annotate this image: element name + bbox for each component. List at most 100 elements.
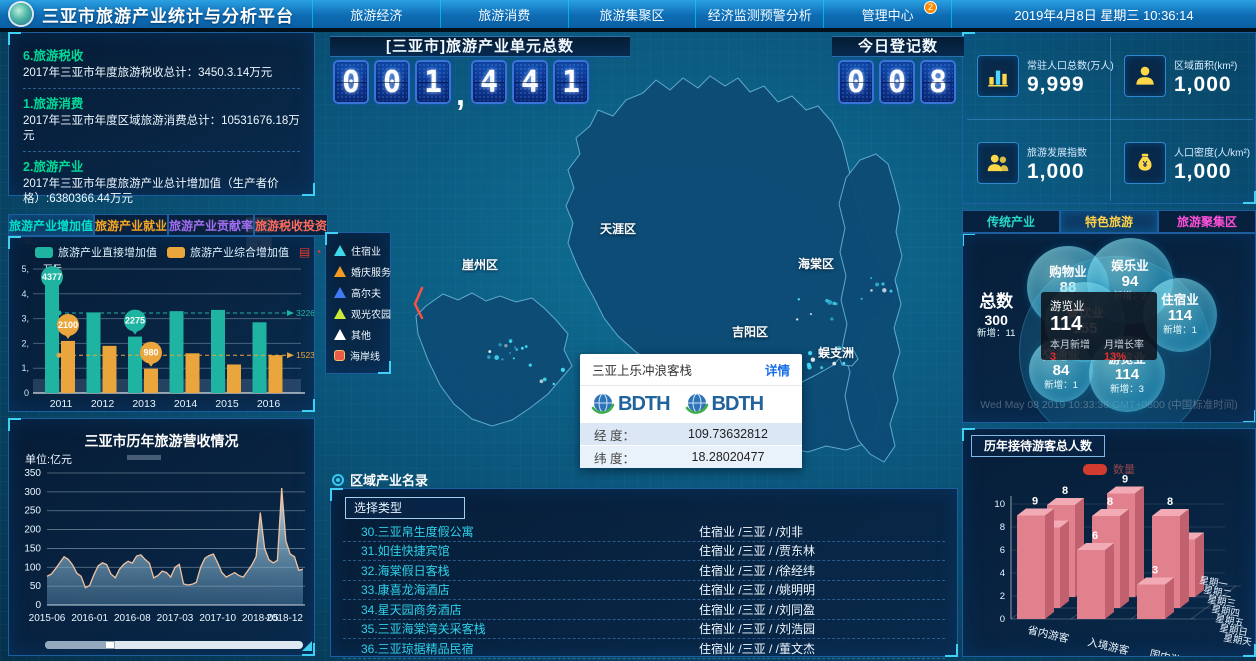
popup-details-link[interactable]: 详情: [765, 360, 790, 379]
directory-row-name[interactable]: 35.三亚海棠湾关采客栈: [343, 620, 699, 637]
nav-item-4[interactable]: 经济监测预警分析: [695, 0, 823, 28]
svg-text:2017-10: 2017-10: [199, 613, 236, 624]
tab-right-3[interactable]: 旅游聚集区: [1158, 210, 1256, 233]
stat-label: 区域面积(km²): [1174, 57, 1254, 72]
map-legend: 住宿业婚庆服务高尔夫观光农园其他海岸线: [325, 232, 391, 374]
revenue-chart-subtext: [127, 455, 161, 460]
scrollbar-fill: [45, 641, 109, 649]
tab-left-4[interactable]: 旅游税收投资: [254, 214, 328, 236]
digit-tile: 1: [553, 60, 589, 104]
directory-row-name[interactable]: 34.星天园商务酒店: [343, 601, 699, 618]
summary-item-title[interactable]: 2.旅游产业: [23, 156, 300, 175]
directory-row-info: 住宿业 /三亚 / /姚明明: [699, 581, 945, 598]
svg-text:50: 50: [30, 581, 42, 592]
directory-row: 31.如佳快捷宾馆住宿业 /三亚 / /贾东林: [343, 542, 945, 562]
map-legend-item[interactable]: 住宿业: [334, 240, 390, 261]
nav-item-3[interactable]: 旅游集聚区: [568, 0, 696, 28]
units-counter-title: [三亚市]旅游产业单元总数: [330, 36, 630, 57]
summary-item-text: 2017年三亚市年度旅游产业总计增加值（生产者价格）:6380366.44万元: [23, 177, 300, 208]
svg-text:9: 9: [1032, 496, 1038, 508]
map-legend-item[interactable]: 观光农园: [334, 303, 390, 324]
directory-row-name[interactable]: 33.康喜龙海酒店: [343, 581, 699, 598]
nav-item-5[interactable]: 管理中心2: [823, 0, 952, 28]
digit-tile: 4: [512, 60, 548, 104]
legend-label: 旅游产业直接增加值: [58, 244, 157, 260]
popup-title: 三亚上乐冲浪客栈: [592, 360, 692, 379]
tab-right-1[interactable]: 传统产业: [962, 210, 1060, 233]
svg-text:6: 6: [1092, 530, 1098, 542]
document-icon[interactable]: ▤: [299, 246, 310, 258]
bubble-value: 114: [1168, 307, 1192, 325]
directory-row-name[interactable]: 36.三亚琼据精品民宿: [343, 640, 699, 657]
map-legend-item[interactable]: 其他: [334, 324, 390, 345]
directory-row-info: 住宿业 /三亚 / /徐经纬: [699, 562, 945, 579]
poi-triangle-icon: [334, 266, 346, 277]
svg-text:0: 0: [24, 388, 29, 398]
digit-tile: 0: [879, 60, 915, 104]
scrollbar-thumb[interactable]: [105, 641, 115, 649]
directory-row: 34.星天园商务酒店住宿业 /三亚 / /刘同盈: [343, 600, 945, 620]
digit-tile: 8: [920, 60, 956, 104]
svg-text:省内游客: 省内游客: [1026, 623, 1070, 645]
svg-text:2,: 2,: [21, 338, 29, 348]
added-value-bar-chart: 01,2,3,4,5,万元201120122013201420152016322…: [9, 261, 314, 411]
map-legend-item[interactable]: 婚庆服务: [334, 261, 390, 282]
stat-label: 人口密度(人/km²): [1174, 144, 1254, 159]
svg-text:2015: 2015: [215, 398, 239, 410]
svg-text:350: 350: [24, 468, 41, 479]
app-title: 三亚市旅游产业统计与分析平台: [42, 2, 294, 27]
legend-swatch[interactable]: [167, 247, 185, 258]
svg-text:5,: 5,: [21, 264, 29, 274]
nav-item-1[interactable]: 旅游经济: [312, 0, 440, 28]
directory-row-info: 住宿业 /三亚 / /刘浩园: [699, 620, 945, 637]
digit-tile: 0: [838, 60, 874, 104]
type-filter-select[interactable]: 选择类型: [345, 497, 465, 519]
map-legend-item[interactable]: 高尔夫: [334, 282, 390, 303]
directory-row-name[interactable]: 30.三亚帛生度假公寓: [343, 523, 699, 540]
directory-row-name[interactable]: 31.如佳快捷宾馆: [343, 542, 699, 559]
left-chart-tabs: 旅游产业增加值旅游产业就业旅游产业贡献率旅游税收投资: [8, 214, 315, 236]
tab-left-1[interactable]: 旅游产业增加值: [8, 214, 94, 236]
directory-row-name[interactable]: 32.海棠假日客栈: [343, 562, 699, 579]
directory-row-info: 住宿业 /三亚 / /贾东林: [699, 542, 945, 559]
stat-value: 1,000: [1027, 160, 1085, 184]
nav-item-2[interactable]: 旅游消费: [440, 0, 568, 28]
bubble-delta: 新增：1: [1163, 325, 1197, 336]
region-label-2: 崖州区: [462, 256, 498, 273]
poi-triangle-icon: [334, 329, 346, 340]
directory-row: 36.三亚琼据精品民宿住宿业 /三亚 / /董文杰: [343, 639, 945, 659]
pie-icon[interactable]: ◔: [314, 246, 321, 258]
tab-right-2[interactable]: 特色旅游: [1060, 210, 1158, 233]
special-tourism-panel: 总数 300 新增：11 购物业88新增：4娱乐业94新增：3住宿业114新增：…: [962, 233, 1256, 423]
coordinate-value: 18.28020477: [654, 450, 802, 464]
svg-text:2016-01: 2016-01: [71, 613, 108, 624]
svg-text:2014: 2014: [174, 398, 198, 410]
region-label-1: 天涯区: [600, 220, 636, 237]
bubble-value: 84: [1053, 362, 1070, 380]
bar-chart-icon: [977, 55, 1019, 97]
summary-item-title[interactable]: 1.旅游消费: [23, 93, 300, 112]
bdth-logo: BDTH: [684, 391, 764, 417]
svg-text:8: 8: [1062, 485, 1068, 497]
map-legend-label: 海岸线: [350, 348, 380, 363]
svg-text:2018-12: 2018-12: [266, 613, 303, 624]
svg-text:1,: 1,: [21, 363, 29, 373]
summary-item: 2.旅游产业 2017年三亚市年度旅游产业总计增加值（生产者价格）:6380366…: [23, 152, 300, 214]
map-legend-item[interactable]: 海岸线: [334, 345, 390, 366]
revenue-area-chart: 0501001502002503003502015-062016-012016-…: [11, 465, 314, 637]
revenue-chart-scrollbar[interactable]: [45, 641, 303, 649]
svg-text:1523.: 1523.: [296, 350, 314, 360]
svg-text:9: 9: [1122, 474, 1128, 486]
coordinate-label: 经 度：: [580, 425, 654, 444]
svg-text:2013: 2013: [132, 398, 156, 410]
legend-swatch[interactable]: [35, 247, 53, 258]
tab-left-2[interactable]: 旅游产业就业: [94, 214, 168, 236]
stat-value: 1,000: [1174, 160, 1232, 184]
summary-item-title[interactable]: 6.旅游税收: [23, 45, 300, 64]
bubble-value: 114: [1115, 366, 1139, 384]
money-bag-icon: ¥: [1124, 142, 1166, 184]
bubble-value: 94: [1122, 273, 1139, 291]
map-legend-label: 观光农园: [351, 306, 391, 321]
tab-left-3[interactable]: 旅游产业贡献率: [168, 214, 254, 236]
region-yazhou[interactable]: [416, 293, 572, 426]
